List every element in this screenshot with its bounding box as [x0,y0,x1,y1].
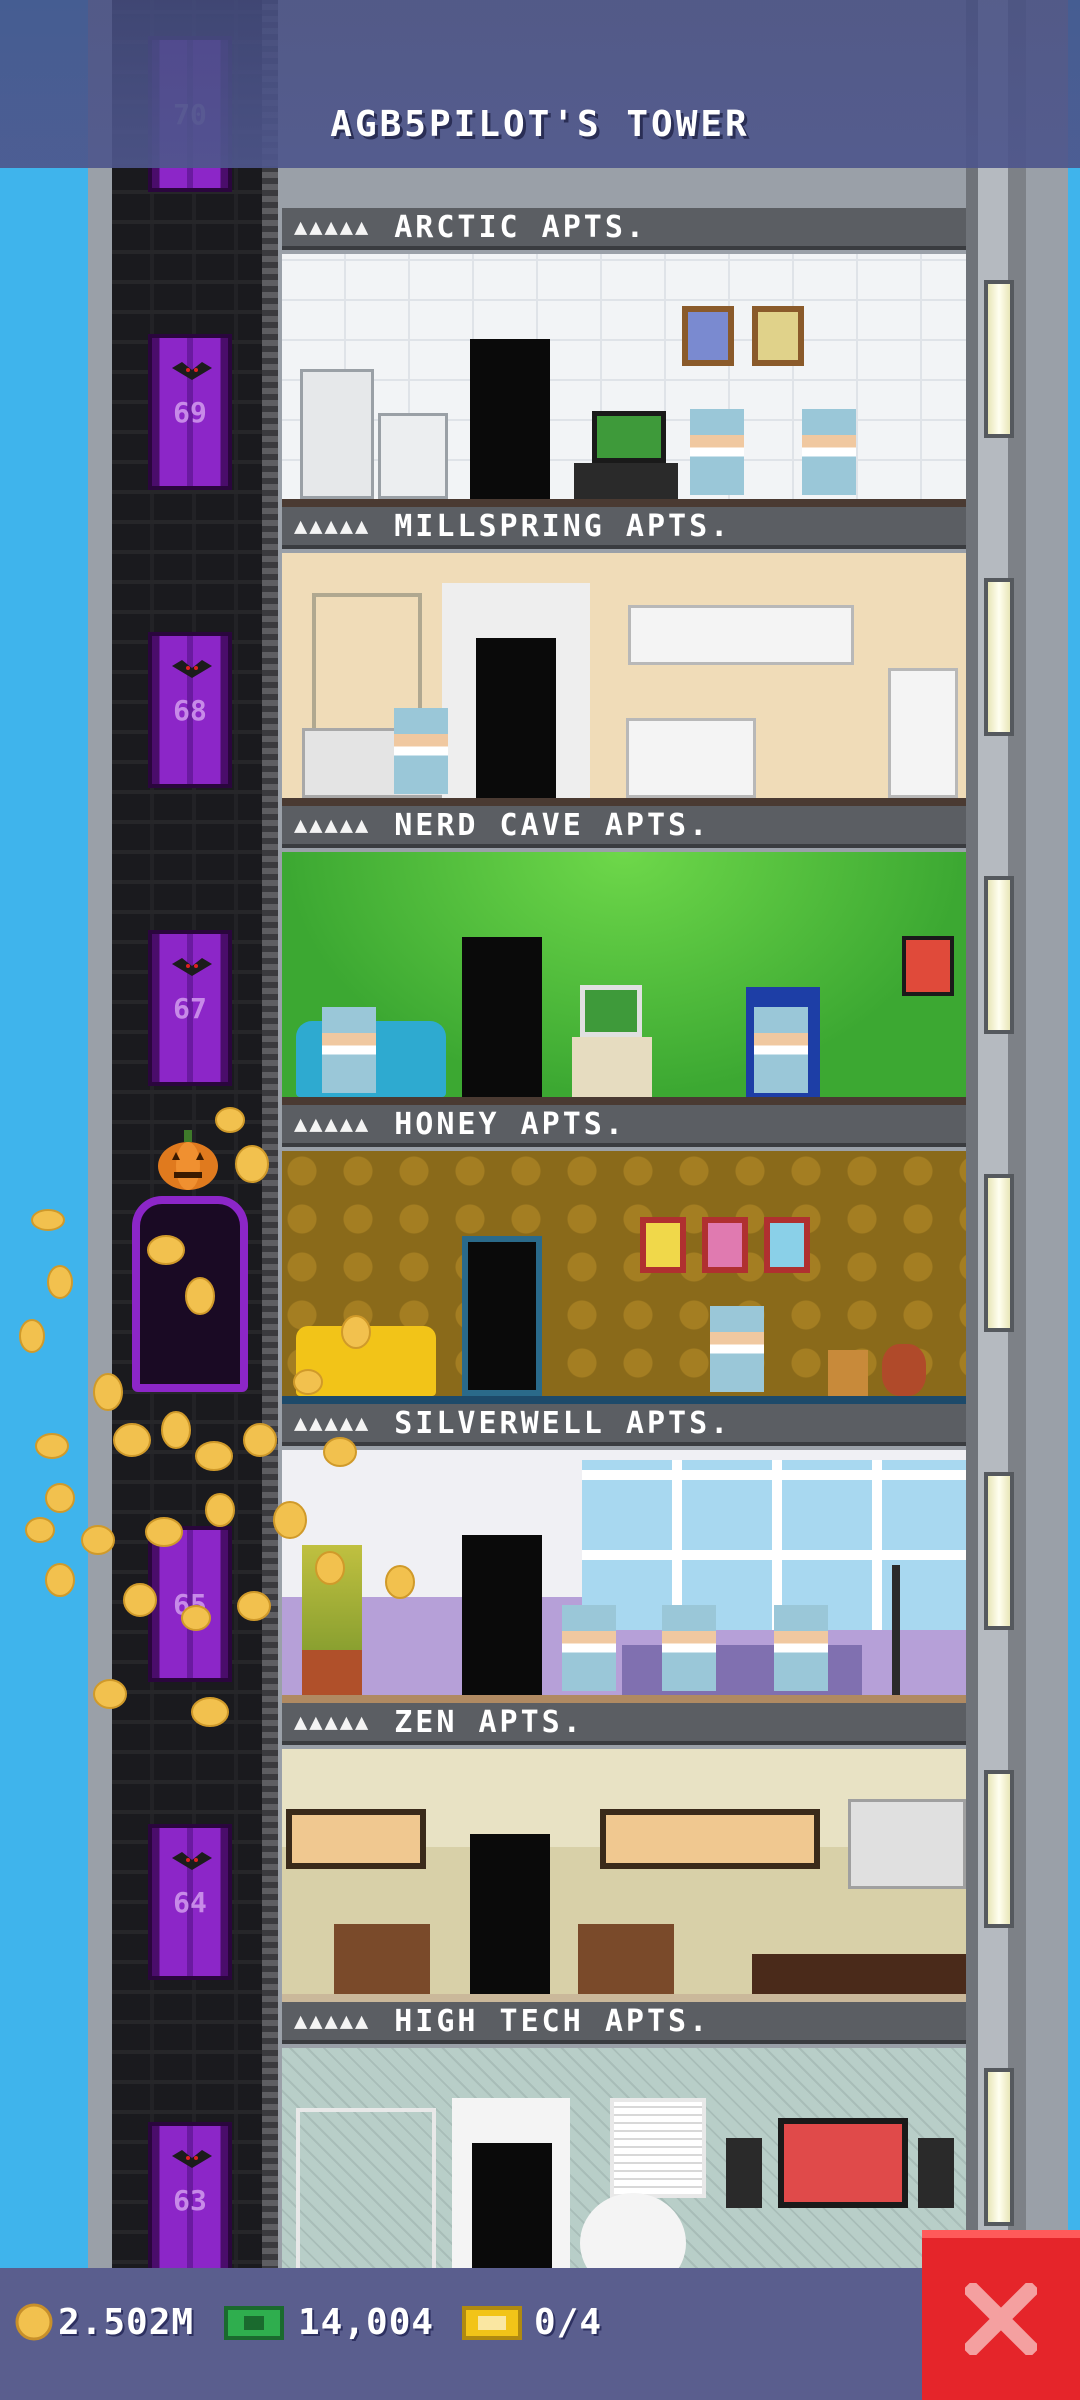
room-door[interactable] [470,339,550,499]
resident[interactable] [802,409,856,495]
floor-lamp [892,1565,900,1695]
resident[interactable] [690,409,744,495]
elevator-floor-63[interactable]: 63 [148,2122,232,2278]
side-window [984,1472,1014,1630]
bux-counter[interactable]: 14,004 [222,2298,434,2346]
floor-millspring[interactable]: ▲▲▲▲▲ MILLSPRING APTS. [282,507,966,808]
room-interior[interactable] [282,2048,966,2293]
resident[interactable] [774,1605,828,1691]
side-window [984,876,1014,1034]
tech-shelf [296,2108,436,2293]
bat-icon [172,1852,212,1870]
room-door[interactable] [462,937,542,1097]
picture-frame [702,1217,748,1273]
elevator-floor-68[interactable]: 68 [148,632,232,788]
computer-monitor [580,985,642,1037]
floor-sign: ▲▲▲▲▲ MILLSPRING APTS. [282,507,966,549]
coins-value: 2.502M [58,2301,195,2343]
cabinet [578,1924,674,1994]
wall-cabinet [628,605,854,665]
speaker [726,2138,762,2208]
floor-number: 64 [173,1885,207,1919]
bat-icon [172,958,212,976]
coin-burst-effect [19,1107,415,1727]
fridge [888,668,958,798]
floor-rating-icon: ▲▲▲▲▲ [294,2008,371,2034]
floor-name: ARCTIC APTS. [394,209,647,245]
tower-title[interactable]: AGB5PILOT'S TOWER [0,104,1080,145]
resident[interactable] [394,708,448,794]
sink-cabinet [626,718,756,798]
elevator-floor-67[interactable]: 67 [148,930,232,1086]
resident[interactable] [662,1605,716,1691]
floor-arctic[interactable]: ▲▲▲▲▲ ARCTIC APTS. [282,208,966,509]
elevator-floor-69[interactable]: 69 [148,334,232,490]
floor-high-tech[interactable]: ▲▲▲▲▲ HIGH TECH APTS. [282,2002,966,2301]
window-blind [610,2098,706,2198]
coin-icon [15,2303,53,2341]
room-door[interactable] [476,638,556,798]
floor-name: MILLSPRING APTS. [394,508,732,544]
big-screen [778,2118,908,2208]
picture-frame [764,1217,810,1273]
bat-icon [172,362,212,380]
room-door[interactable] [470,1834,550,1994]
side-window [984,1174,1014,1332]
floor-number: 63 [173,2183,207,2217]
floor-nerd-cave[interactable]: ▲▲▲▲▲ NERD CAVE APTS. [282,806,966,1107]
floor-rating-icon: ▲▲▲▲▲ [294,513,371,539]
coins-counter[interactable]: 2.502M [14,2298,194,2346]
resident[interactable] [562,1605,616,1691]
stove [378,413,448,499]
picture-frame [682,306,734,366]
wall-window [286,1809,426,1869]
computer-desk [572,1037,652,1097]
floor-rating-icon: ▲▲▲▲▲ [294,812,371,838]
floor-number: 67 [173,991,207,1025]
tv [592,411,666,463]
tickets-counter[interactable]: 0/4 [462,2298,602,2346]
resident[interactable] [710,1306,764,1392]
room-interior[interactable] [282,254,966,499]
flower-pot [828,1350,868,1396]
side-window [984,2068,1014,2226]
side-window [984,1770,1014,1928]
cabinet [334,1924,430,1994]
floor-number: 69 [173,395,207,429]
floor-name: HIGH TECH APTS. [394,2003,711,2039]
resident[interactable] [322,1007,376,1093]
resident[interactable] [754,1007,808,1093]
close-button[interactable] [922,2230,1080,2400]
poster [902,936,954,996]
picture-frame [752,306,804,366]
elevator-floor-64[interactable]: 64 [148,1824,232,1980]
side-window [984,578,1014,736]
speaker [918,2138,954,2208]
bux-icon [224,2306,284,2340]
tea-table [752,1954,966,1994]
wall-window [600,1809,820,1869]
ticket-icon [462,2306,522,2340]
fridge [300,369,374,499]
floor-sign: ▲▲▲▲▲ HIGH TECH APTS. [282,2002,966,2044]
room-interior[interactable] [282,852,966,1097]
close-icon [965,2283,1037,2355]
floor-zen[interactable]: ▲▲▲▲▲ ZEN APTS. [282,1703,966,2004]
vase [882,1344,926,1396]
side-window [984,280,1014,438]
floor-sign: ▲▲▲▲▲ NERD CAVE APTS. [282,806,966,848]
picture-frame [640,1217,686,1273]
sliding-panel [848,1799,966,1889]
bat-icon [172,660,212,678]
floor-sign: ▲▲▲▲▲ ARCTIC APTS. [282,208,966,250]
room-interior[interactable] [282,1749,966,1994]
bux-value: 14,004 [298,2301,435,2343]
floor-rating-icon: ▲▲▲▲▲ [294,214,371,240]
tickets-value: 0/4 [534,2301,603,2343]
tv-stand [574,463,678,499]
bat-icon [172,2150,212,2168]
floor-name: NERD CAVE APTS. [394,807,711,843]
floor-number: 68 [173,693,207,727]
room-interior[interactable] [282,553,966,798]
